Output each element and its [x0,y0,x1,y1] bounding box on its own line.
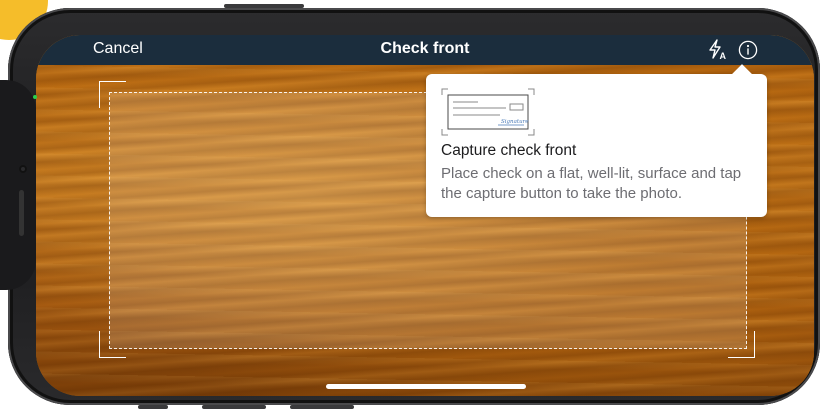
info-icon[interactable] [738,40,758,60]
phone-top-button [224,4,304,8]
popover-title: Capture check front [441,142,577,159]
phone-volume-down [290,405,354,409]
top-bar: Cancel Check front A [36,35,814,65]
page-title: Check front [380,40,470,57]
phone-frame: Cancel Check front A Signature Capture c… [0,4,820,409]
signature-label: Signature [501,119,529,125]
phone-bottom-button [138,405,168,409]
check-illustration-icon: Signature [441,88,535,136]
corner-bracket-bottom-left [99,331,126,358]
corner-bracket-top-left [99,81,126,108]
flash-auto-icon[interactable]: A [708,39,728,61]
corner-bracket-bottom-right [728,331,755,358]
earpiece-speaker [19,190,24,236]
phone-volume-up [202,405,266,409]
front-camera [19,165,27,173]
sensor-notch [0,80,36,290]
home-indicator[interactable] [326,384,526,389]
info-popover: Signature Capture check front Place chec… [426,64,767,217]
svg-text:A: A [720,51,727,61]
popover-body: Place check on a flat, well-lit, surface… [441,165,742,202]
camera-screen: Cancel Check front A Signature Capture c… [36,35,814,396]
camera-indicator-dot [33,95,37,99]
